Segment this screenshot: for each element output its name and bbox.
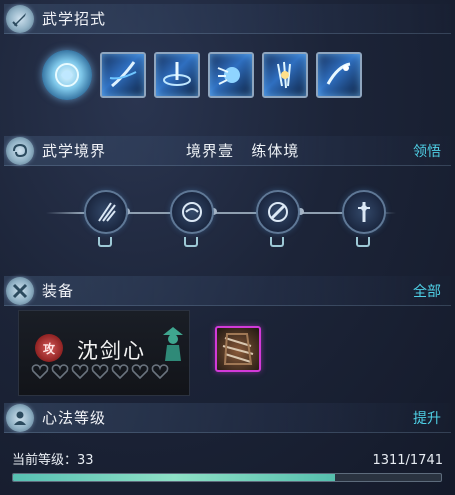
equipment-header: 装备 全部 [4, 276, 451, 306]
comprehend-button[interactable]: 领悟 [413, 141, 441, 161]
heart-icon [91, 364, 109, 379]
mental-method-header: 心法等级 提升 [4, 403, 451, 433]
heart-icon [131, 364, 149, 379]
realm-node-badge [270, 237, 284, 247]
realm-node-badge [184, 237, 198, 247]
martial-moves-title: 武学招式 [42, 10, 107, 28]
attack-seal-text: 攻 [42, 341, 55, 356]
martial-realm-header: 武学境界 境界壹 练体境 领悟 [4, 136, 451, 166]
sword-icon [6, 4, 34, 33]
current-level-label: 当前等级：33 [12, 453, 94, 468]
experience-progress-bar [12, 473, 442, 482]
martial-moves-header: 武学招式 [4, 4, 451, 34]
heart-icon [111, 364, 129, 379]
equipment-title: 装备 [42, 282, 75, 300]
realm-node-badge [98, 237, 112, 247]
equipment-item-slot[interactable] [215, 326, 261, 372]
equipment-card[interactable]: 攻 沈剑心 [18, 310, 190, 396]
skill-slash-icon[interactable] [100, 52, 146, 98]
heart-icon [51, 364, 69, 379]
skill-pillar-strike-icon[interactable] [262, 52, 308, 98]
equipment-card-name: 沈剑心 [77, 339, 146, 363]
upgrade-button[interactable]: 提升 [413, 408, 441, 428]
person-icon [6, 403, 34, 432]
heart-icon [31, 364, 49, 379]
crossed-pillars-icon [6, 276, 34, 305]
realm-node-blade-ring-icon[interactable] [256, 190, 300, 234]
heart-rating [31, 363, 169, 379]
realm-name-text: 练体境 [251, 142, 300, 160]
armor-icon [222, 333, 254, 365]
skill-fist-icon[interactable] [208, 52, 254, 98]
character-martial-panel: 武学招式 武学境界 境界壹 练体境 领悟 装备 全部 攻 沈剑心 心法等级 提升… [0, 0, 455, 495]
spiral-icon [6, 136, 34, 165]
experience-count: 1311/1741 [372, 453, 443, 468]
sword-hilt-icon[interactable] [342, 190, 386, 234]
heart-icon [151, 364, 169, 379]
skill-leap-icon[interactable] [316, 52, 362, 98]
skill-list [42, 50, 362, 100]
realm-node-swirl-icon[interactable] [170, 190, 214, 234]
heart-icon [71, 364, 89, 379]
martial-realm-title: 武学境界 [42, 142, 107, 160]
mental-method-title: 心法等级 [42, 409, 107, 427]
realm-level-text: 境界壹 [186, 142, 235, 160]
realm-node-badge [356, 237, 370, 247]
skill-main-scroll-icon[interactable] [42, 50, 92, 100]
skill-vortex-icon[interactable] [154, 52, 200, 98]
experience-progress-fill [13, 474, 336, 481]
realm-node-blades-icon[interactable] [84, 190, 128, 234]
attack-seal: 攻 [35, 334, 63, 362]
view-all-button[interactable]: 全部 [413, 281, 441, 301]
realm-level: 境界壹 练体境 [186, 140, 299, 161]
